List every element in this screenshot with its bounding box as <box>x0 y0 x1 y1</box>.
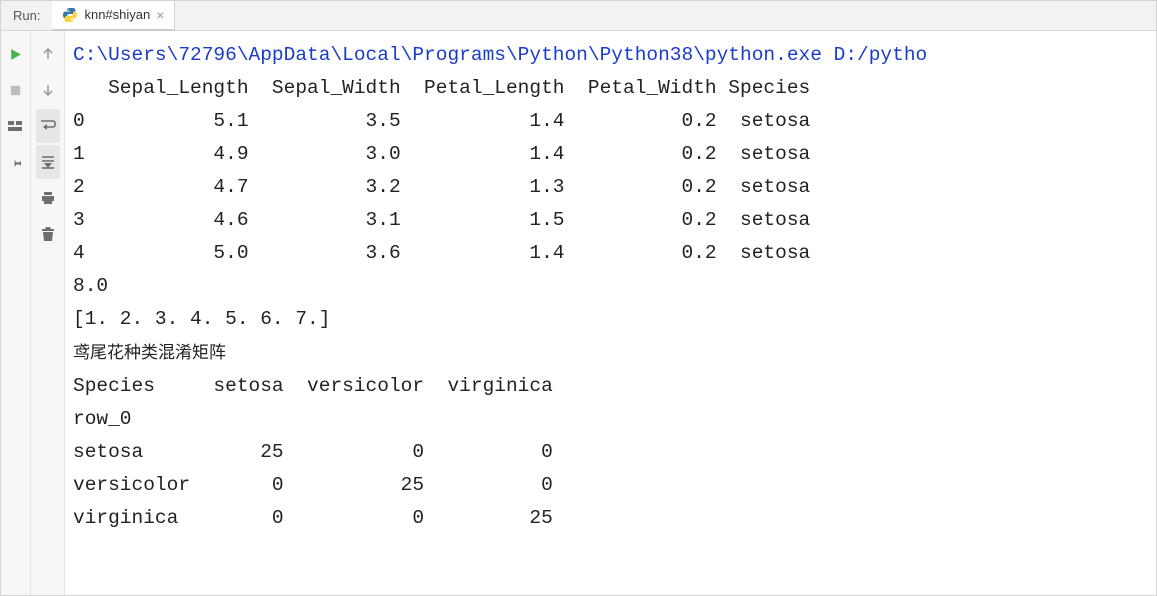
array-output: [1. 2. 3. 4. 5. 6. 7.] <box>73 308 330 330</box>
dataframe-row: 1 4.9 3.0 1.4 0.2 setosa <box>73 143 810 165</box>
confusion-matrix-title: 鸢尾花种类混淆矩阵 <box>73 343 226 362</box>
python-file-icon <box>62 7 78 23</box>
run-label: Run: <box>1 8 52 23</box>
close-icon[interactable]: × <box>156 7 164 23</box>
run-toolbar-left <box>1 31 31 595</box>
layout-button[interactable] <box>4 109 28 143</box>
confusion-matrix-header: Species setosa versicolor virginica <box>73 375 553 397</box>
pin-button[interactable] <box>4 145 28 179</box>
dataframe-header: Sepal_Length Sepal_Width Petal_Length Pe… <box>73 77 810 99</box>
confusion-matrix-rowlabel: row_0 <box>73 408 132 430</box>
scalar-output: 8.0 <box>73 275 108 297</box>
clear-button[interactable] <box>36 217 60 251</box>
run-tool-window: Run: knn#shiyan × <box>0 0 1157 596</box>
console-output[interactable]: C:\Users\72796\AppData\Local\Programs\Py… <box>65 31 1156 595</box>
print-button[interactable] <box>36 181 60 215</box>
rerun-button[interactable] <box>4 37 28 71</box>
dataframe-row: 3 4.6 3.1 1.5 0.2 setosa <box>73 209 810 231</box>
scroll-to-end-button[interactable] <box>36 145 60 179</box>
interpreter-path: C:\Users\72796\AppData\Local\Programs\Py… <box>73 44 927 66</box>
run-tab-bar: Run: knn#shiyan × <box>1 1 1156 31</box>
dataframe-row: 4 5.0 3.6 1.4 0.2 setosa <box>73 242 810 264</box>
dataframe-row: 0 5.1 3.5 1.4 0.2 setosa <box>73 110 810 132</box>
confusion-matrix-row: virginica 0 0 25 <box>73 507 553 529</box>
stop-button[interactable] <box>4 73 28 107</box>
down-arrow-icon[interactable] <box>36 73 60 107</box>
confusion-matrix-row: setosa 25 0 0 <box>73 441 553 463</box>
tab-title: knn#shiyan <box>84 7 150 22</box>
confusion-matrix-row: versicolor 0 25 0 <box>73 474 553 496</box>
dataframe-row: 2 4.7 3.2 1.3 0.2 setosa <box>73 176 810 198</box>
console-toolbar <box>31 31 65 595</box>
up-arrow-icon[interactable] <box>36 37 60 71</box>
run-tab[interactable]: knn#shiyan × <box>52 1 175 31</box>
soft-wrap-button[interactable] <box>36 109 60 143</box>
